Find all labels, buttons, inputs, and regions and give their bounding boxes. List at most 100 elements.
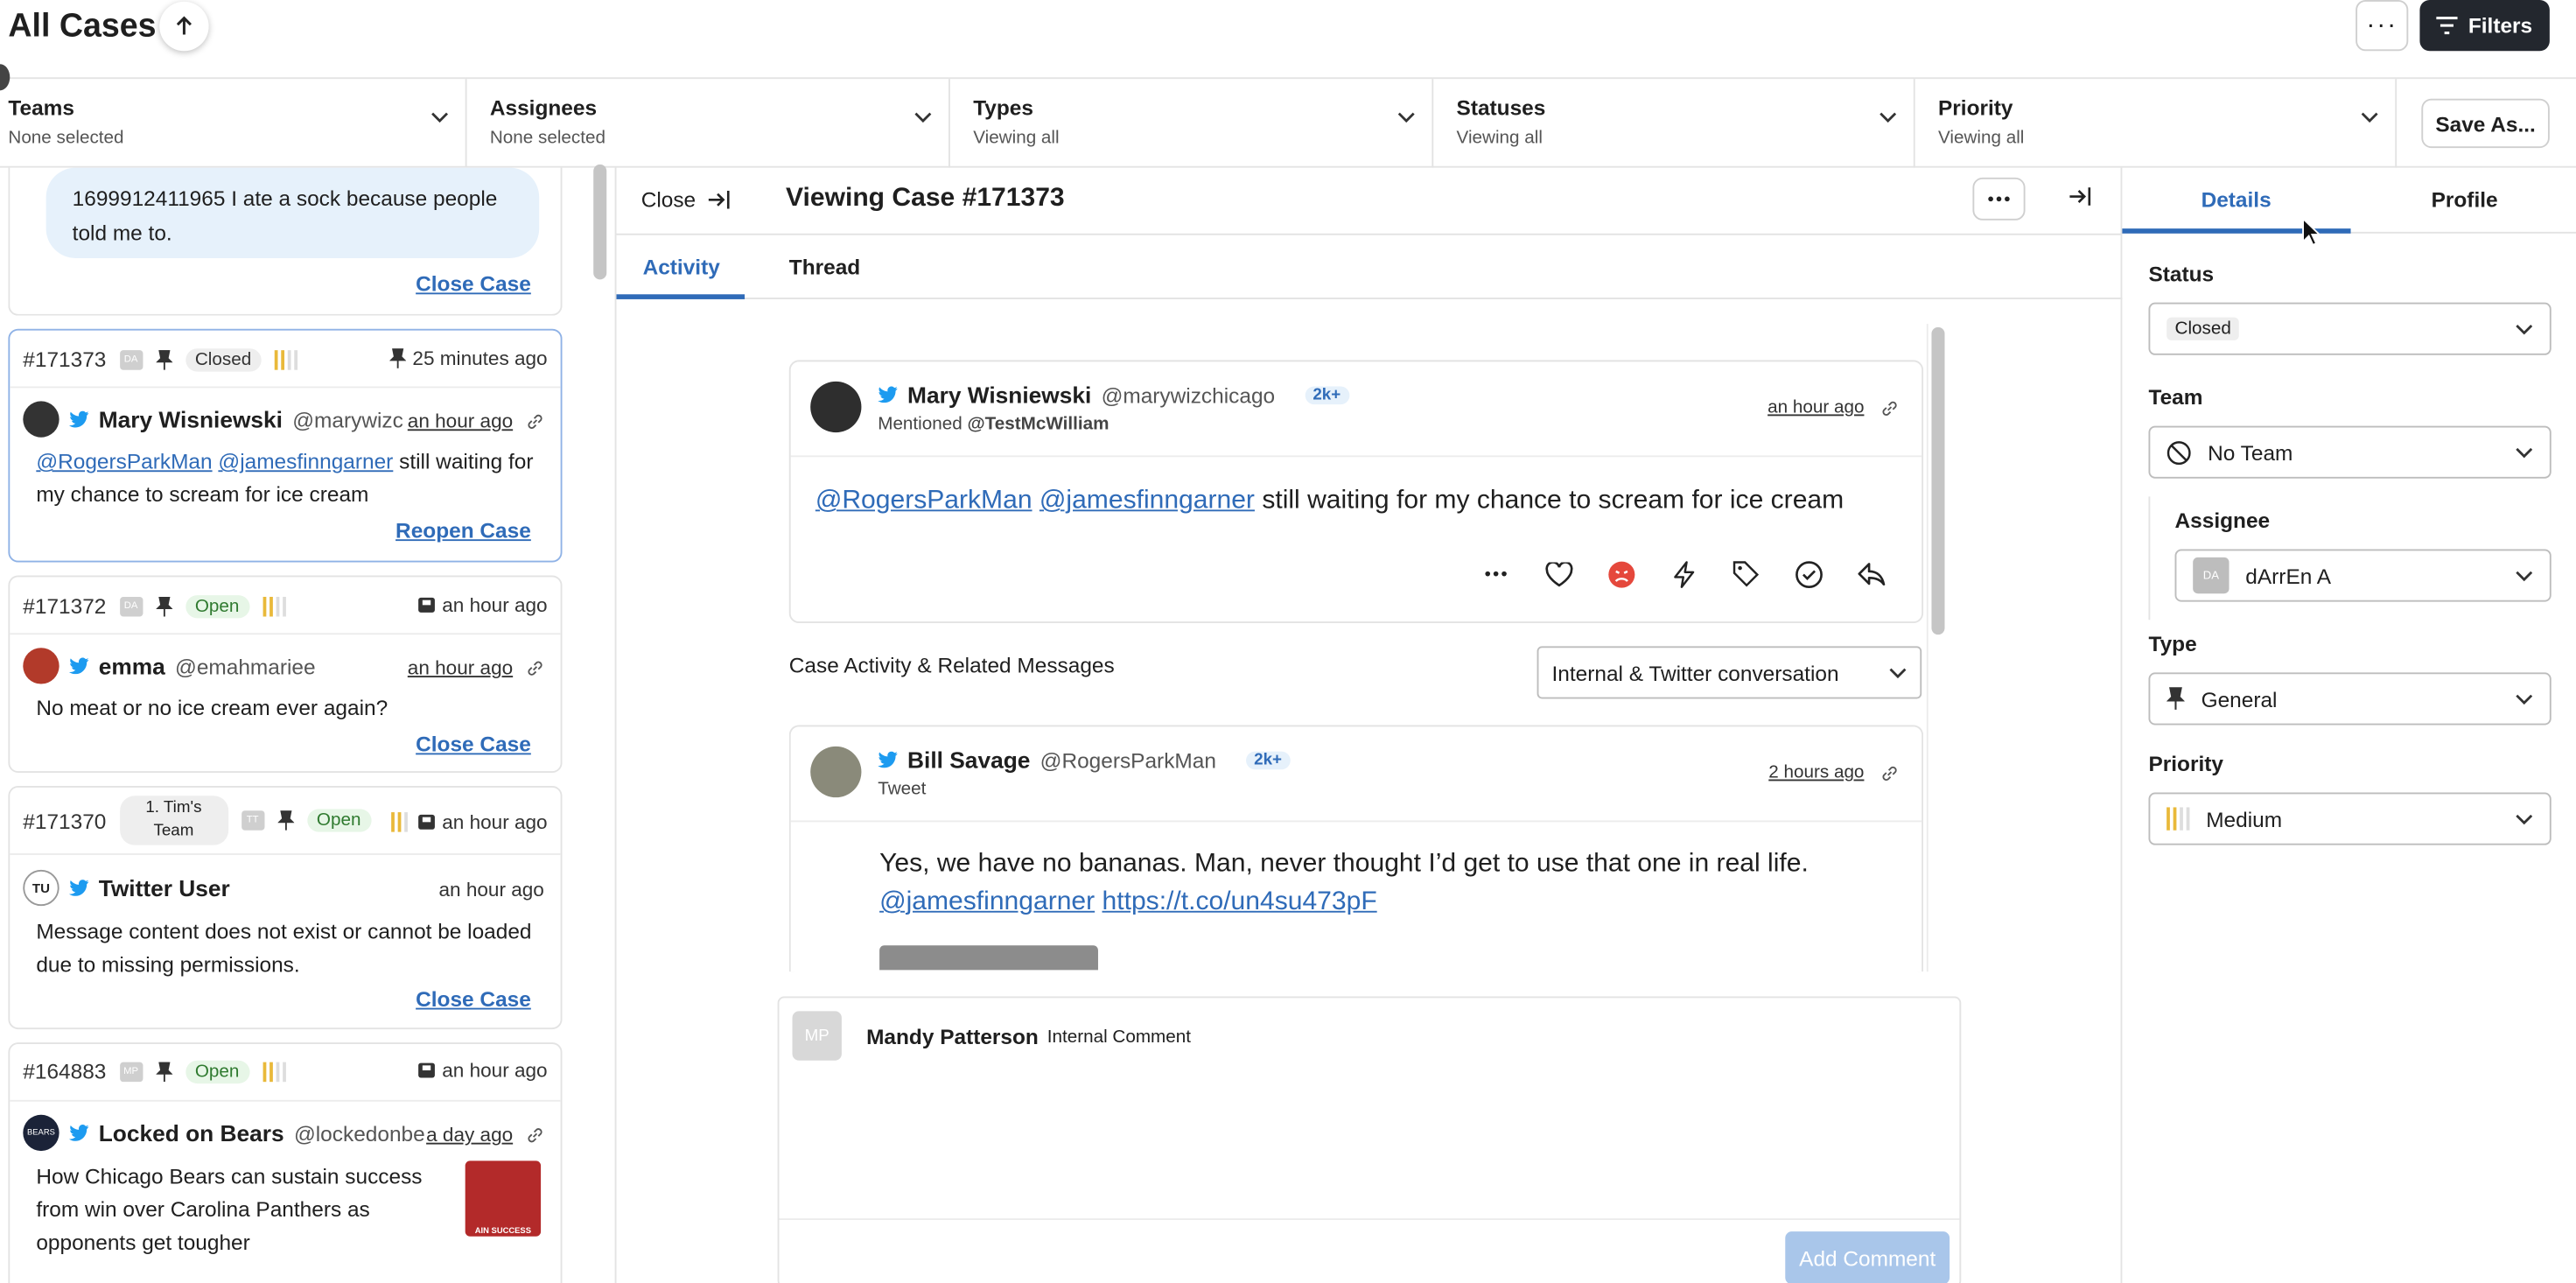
case-card-164883[interactable]: #164883 MP Open an hour ago BEARS Locked… (8, 1042, 563, 1283)
filter-assignees[interactable]: Assignees None selected (467, 79, 950, 168)
type-select[interactable]: General (2148, 672, 2552, 726)
twitter-icon (878, 751, 898, 768)
message-text: No meat or no ice cream ever again? (36, 695, 388, 720)
case-more-button[interactable] (1972, 177, 2026, 221)
author-name: Locked on Bears (98, 1119, 284, 1146)
case-list-scrollbar[interactable] (593, 164, 607, 280)
close-label: Close (640, 187, 696, 213)
more-actions-button[interactable] (1478, 556, 1514, 592)
mention-link[interactable]: @RogersParkMan (816, 487, 1032, 515)
chevron-down-icon (1880, 112, 1897, 123)
case-list: 1699912411965 I ate a sock because peopl… (0, 167, 615, 1283)
close-case-link[interactable]: Close Case (416, 732, 531, 756)
avatar (23, 401, 60, 438)
tab-thread[interactable]: Thread (789, 255, 860, 279)
automation-button[interactable] (1665, 556, 1701, 592)
arrow-up-icon (176, 16, 192, 35)
tag-button[interactable] (1728, 556, 1764, 592)
close-case-link[interactable]: Close Case (416, 271, 531, 296)
case-card-171372[interactable]: #171372 DA Open an hour ago emma @emahma… (8, 575, 563, 773)
reply-button[interactable] (1852, 556, 1888, 592)
check-circle-icon (1795, 560, 1822, 588)
message-time-text[interactable]: an hour ago (408, 410, 513, 432)
message-body: Yes, we have no bananas. Man, never thou… (879, 850, 1809, 879)
activity-scrollbar[interactable] (1931, 326, 1945, 635)
add-comment-button[interactable]: Add Comment (1785, 1231, 1950, 1283)
mention-link[interactable]: @RogersParkMan (36, 449, 212, 473)
team-select[interactable]: No Team (2148, 425, 2552, 479)
chevron-down-icon (2516, 324, 2533, 334)
media-preview[interactable] (879, 945, 1098, 971)
reopen-case-link[interactable]: Reopen Case (396, 518, 531, 543)
ellipsis-icon: ··· (2366, 11, 2398, 39)
inbox-icon (418, 814, 435, 830)
mention-link[interactable]: @jamesfinngarner (218, 449, 393, 473)
status-select[interactable]: Closed (2148, 302, 2552, 355)
link-icon[interactable] (526, 658, 544, 677)
close-case-link[interactable]: Close Case (416, 986, 531, 1011)
mentioned-handle: @TestMcWilliam (967, 414, 1110, 434)
details-panel: Details Profile Status Closed Team No Te… (2120, 167, 2576, 1283)
chevron-down-icon (431, 112, 449, 123)
comment-composer[interactable]: MP Mandy Patterson Internal Comment Add … (777, 996, 1962, 1283)
divider (10, 633, 561, 635)
follower-badge: 2k+ (1304, 385, 1349, 404)
like-button[interactable] (1540, 556, 1576, 592)
author-line: Bill Savage @RogersParkMan 2k+ (878, 747, 1291, 773)
case-card-171370[interactable]: #171370 1. Tim's Team TT Open an hour ag… (8, 786, 563, 1030)
link-preview-thumbnail[interactable]: AIN SUCCESS (465, 1160, 542, 1237)
priority-medium-icon (391, 812, 408, 832)
twitter-icon (68, 410, 89, 428)
message-time-text[interactable]: an hour ago (1768, 398, 1864, 418)
mention-link[interactable]: @jamesfinngarner (879, 887, 1095, 915)
link-icon[interactable] (526, 1125, 544, 1144)
lightning-icon (1673, 560, 1694, 587)
filter-teams[interactable]: Teams None selected (0, 79, 467, 168)
filter-subtitle: None selected (8, 128, 124, 149)
link-icon[interactable] (526, 412, 544, 431)
more-options-button[interactable]: ··· (2356, 0, 2409, 52)
case-card-top[interactable]: 1699912411965 I ate a sock because peopl… (8, 167, 563, 316)
case-time: an hour ago (391, 810, 548, 834)
scroll-top-button[interactable] (159, 1, 209, 52)
pin-icon (2166, 687, 2185, 710)
resolve-button[interactable] (1790, 556, 1826, 592)
filter-subtitle: None selected (489, 128, 606, 149)
url-link[interactable]: https://t.co/un4su473pF (1102, 887, 1377, 915)
link-icon[interactable] (1880, 399, 1899, 417)
filter-priority[interactable]: Priority Viewing all (1915, 79, 2398, 168)
filter-bar: Teams None selected Assignees None selec… (0, 77, 2576, 168)
collapse-right-icon[interactable] (2069, 187, 2091, 206)
author-line: Mary Wisniewski @marywizchicago 2k+ (878, 382, 1349, 408)
chevron-down-icon (1889, 667, 1907, 678)
tab-profile[interactable]: Profile (2432, 187, 2498, 212)
message-time-text[interactable]: 2 hours ago (1768, 763, 1864, 783)
reply-icon (1857, 563, 1885, 585)
assignee-mini-avatar: TT (241, 810, 264, 831)
tab-details[interactable]: Details (2202, 187, 2272, 212)
sentiment-button[interactable] (1603, 556, 1639, 592)
filter-statuses[interactable]: Statuses Viewing all (1433, 79, 1915, 168)
page-title: All Cases (8, 8, 157, 45)
close-case-view-button[interactable]: Close (641, 187, 731, 212)
author-name: emma (98, 652, 165, 679)
mention-link[interactable]: @jamesfinngarner (1040, 487, 1255, 515)
filters-button[interactable]: Filters (2419, 0, 2550, 52)
active-tab-indicator (616, 294, 746, 299)
save-as-button[interactable]: Save As... (2421, 98, 2550, 149)
case-card-171373[interactable]: #171373 DA Closed 25 minutes ago Mary Wi… (8, 328, 563, 563)
link-icon[interactable] (1880, 764, 1899, 782)
message-time-text[interactable]: an hour ago (408, 656, 513, 679)
case-meta: #164883 MP Open (23, 1059, 286, 1083)
message-author: Bill Savage @RogersParkMan 2k+ Tweet (878, 747, 1291, 799)
priority-select[interactable]: Medium (2148, 792, 2552, 845)
chevron-down-icon (2516, 446, 2533, 458)
filter-types[interactable]: Types Viewing all (950, 79, 1434, 168)
conversation-filter-select[interactable]: Internal & Twitter conversation (1536, 646, 1922, 699)
message-time-text[interactable]: a day ago (426, 1123, 513, 1146)
author-name: Twitter User (98, 874, 230, 901)
filter-subtitle: Viewing all (973, 128, 1060, 149)
tab-activity[interactable]: Activity (643, 255, 720, 279)
assignee-select[interactable]: DA dArrEn A (2174, 549, 2552, 602)
message-time: a day ago (426, 1123, 544, 1146)
